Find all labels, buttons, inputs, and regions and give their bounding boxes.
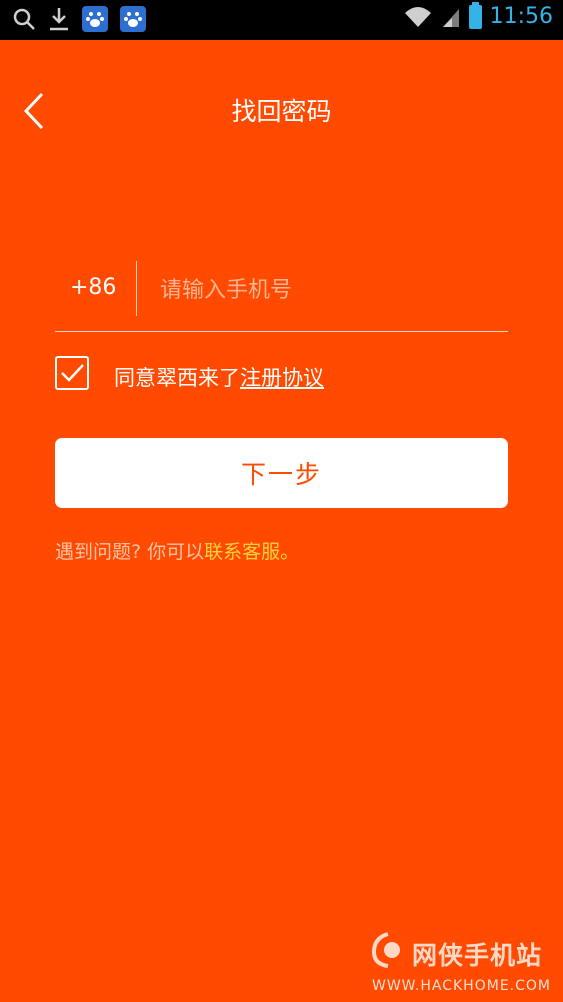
watermark-en: WWW.HACKHOME.COM (372, 978, 551, 994)
agreement-text: 同意翠西来了注册协议 (114, 362, 324, 392)
baidu-paw-icon (82, 6, 108, 32)
wifi-icon (404, 6, 431, 27)
status-bar: 11:56 (0, 0, 563, 40)
page-title: 找回密码 (231, 97, 332, 126)
help-label: 遇到问题? 你可以 (55, 541, 205, 563)
status-bar-notifications (12, 6, 146, 32)
terms-link[interactable]: 注册协议 (240, 366, 324, 390)
watermark-cn: 网侠手机站 (412, 941, 543, 970)
watermark-logo-icon (371, 932, 400, 968)
country-code-divider (136, 261, 137, 316)
country-code[interactable]: +86 (70, 275, 116, 300)
checkmark-icon (61, 364, 84, 382)
agreement-label: 同意翠西来了 (114, 366, 240, 390)
status-bar-system: 11:56 (403, 1, 553, 29)
baidu-paw-icon (120, 6, 146, 32)
battery-icon (468, 1, 482, 29)
help-text: 遇到问题? 你可以联系客服。 (55, 537, 299, 564)
agree-checkbox[interactable] (55, 356, 89, 390)
status-time: 11:56 (489, 4, 553, 29)
next-step-button[interactable]: 下一步 (55, 438, 508, 508)
signal-icon (442, 8, 459, 27)
search-icon (13, 8, 35, 30)
contact-support-link[interactable]: 联系客服。 (204, 541, 299, 563)
phone-input[interactable] (160, 268, 500, 312)
download-icon (50, 8, 68, 31)
input-underline (55, 331, 508, 332)
